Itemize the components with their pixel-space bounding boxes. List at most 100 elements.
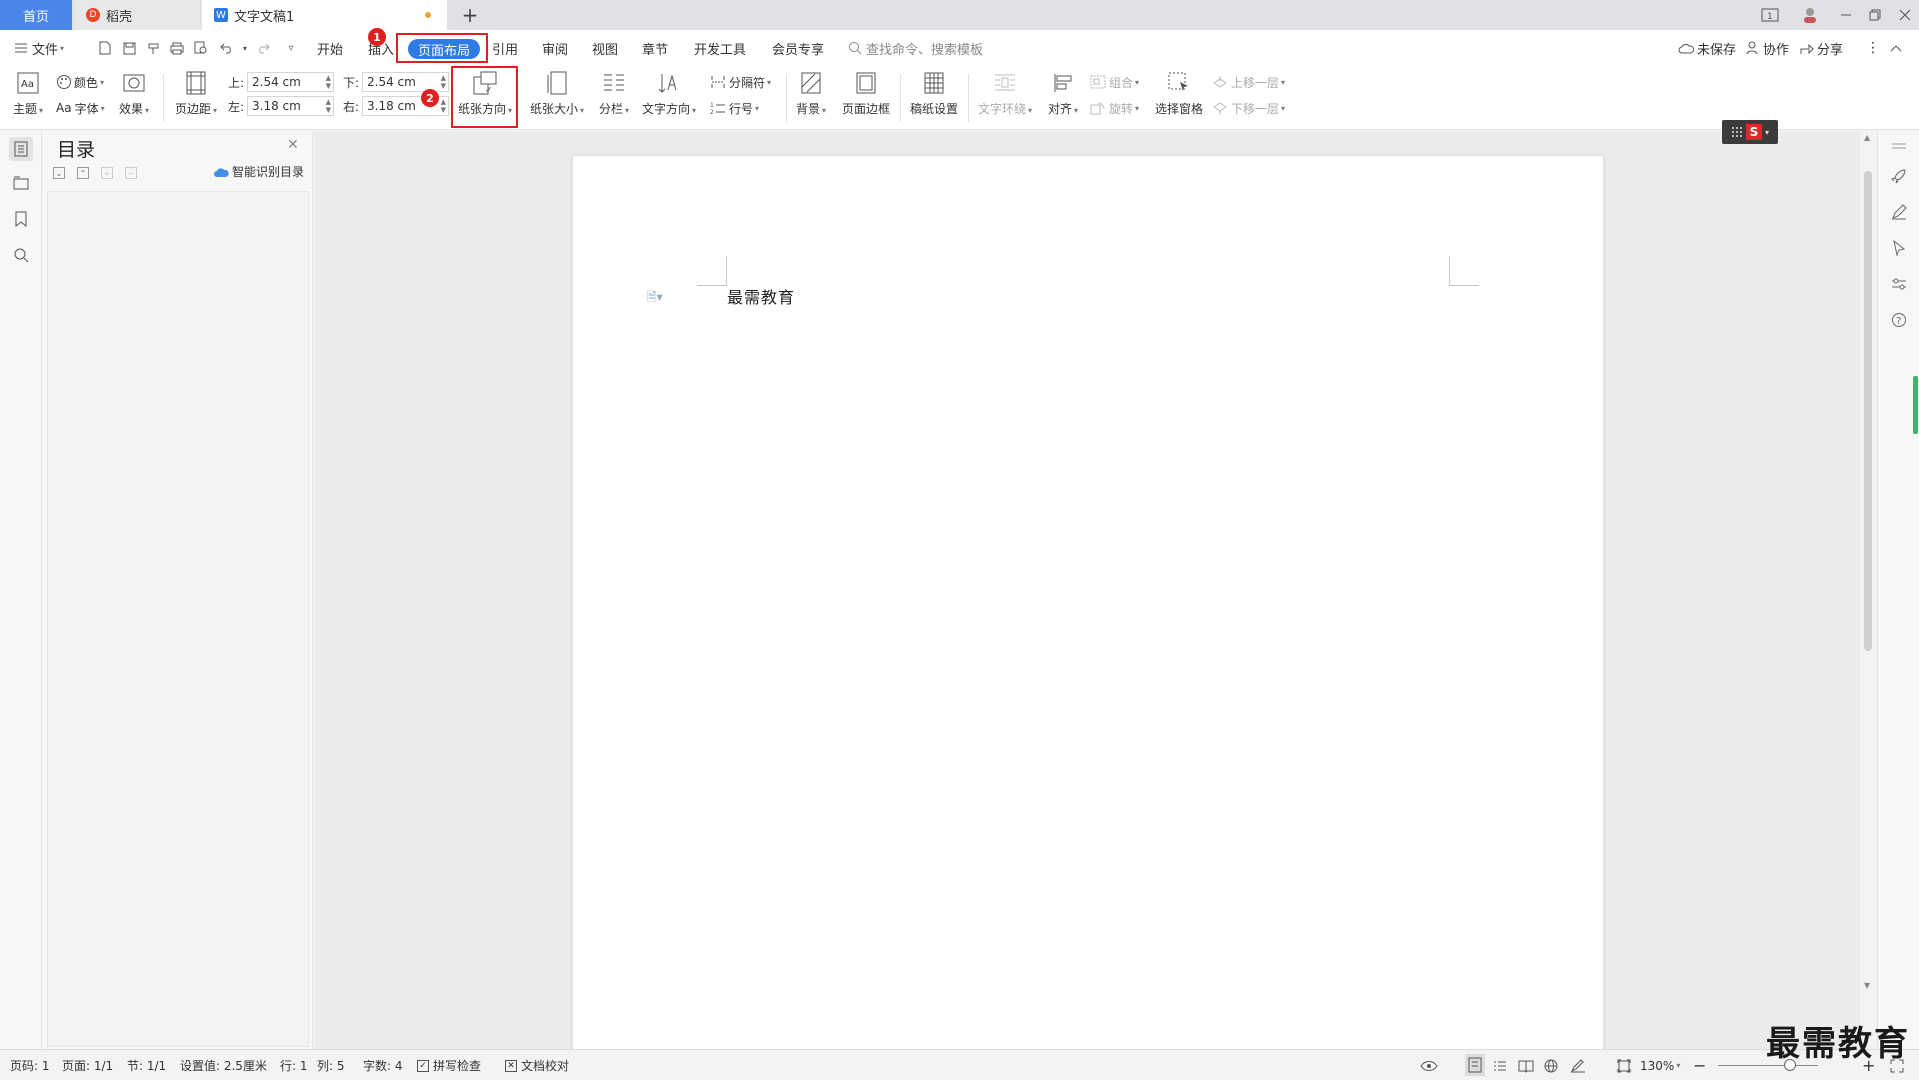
bring-forward-button[interactable]: 上移一层 ▾	[1212, 72, 1285, 92]
unsaved-button[interactable]: 未保存	[1678, 30, 1736, 66]
selection-pane-button[interactable]: 选择窗格	[1152, 70, 1206, 117]
close-icon[interactable]: ✕	[287, 137, 299, 153]
more-icon[interactable]: ⋮	[1866, 30, 1880, 66]
tab-daoke[interactable]: D 稻壳	[74, 0, 200, 30]
group-button[interactable]: 组合 ▾	[1090, 72, 1139, 92]
outline-view-icon[interactable]	[1493, 1050, 1507, 1080]
rocket-icon[interactable]	[1888, 165, 1910, 187]
sogou-ime-toolbar[interactable]: S ▾	[1722, 120, 1778, 144]
spin-icon[interactable]: ▲ ▼	[326, 98, 331, 114]
send-backward-button[interactable]: 下移一层 ▾	[1212, 98, 1285, 118]
restore-icon[interactable]	[1858, 0, 1892, 30]
breaks-button[interactable]: 分隔符 ▾	[710, 72, 771, 92]
fit-page-icon[interactable]	[1617, 1050, 1631, 1080]
chapter-nav-icon[interactable]	[9, 171, 33, 195]
scroll-up-icon[interactable]: ▲	[1864, 133, 1870, 142]
share-button[interactable]: 分享	[1800, 30, 1843, 66]
undo-icon[interactable]	[218, 39, 236, 57]
command-search[interactable]: 查找命令、搜索模板	[848, 30, 983, 66]
toc-remove-icon[interactable]: −	[125, 167, 137, 179]
status-pages[interactable]: 页面: 1/1	[62, 1050, 113, 1080]
print-preview-icon[interactable]	[192, 39, 210, 57]
margin-left-input[interactable]: 3.18 cm ▲ ▼	[247, 96, 334, 116]
pen-icon[interactable]	[1888, 201, 1910, 223]
font-button[interactable]: Aa 字体 ▾	[56, 98, 105, 118]
tab-member[interactable]: 会员专享	[772, 30, 824, 66]
manuscript-settings-button[interactable]: 稿纸设置	[906, 70, 962, 117]
tab-start[interactable]: 开始	[317, 30, 343, 66]
zoom-slider-track[interactable]	[1718, 1065, 1818, 1066]
status-page-number[interactable]: 页码: 1	[10, 1050, 50, 1080]
reading-view-icon[interactable]	[1518, 1050, 1534, 1080]
document-proof-button[interactable]: ✕ 文档校对	[505, 1050, 569, 1080]
background-button[interactable]: 背景 ▾	[792, 70, 830, 117]
effects-button[interactable]: 效果 ▾	[116, 70, 152, 117]
vertical-scrollbar[interactable]: ▲ ▼	[1860, 131, 1876, 1049]
spin-icon[interactable]: ▲ ▼	[441, 98, 446, 114]
eye-protection-icon[interactable]	[1420, 1050, 1438, 1080]
outline-icon[interactable]	[9, 137, 33, 161]
status-section[interactable]: 节: 1/1	[127, 1050, 166, 1080]
toc-collapse-icon[interactable]: ⌃	[77, 167, 89, 179]
margins-button[interactable]: 页边距 ▾	[172, 70, 220, 117]
close-icon[interactable]	[1888, 0, 1919, 30]
save-icon[interactable]	[120, 39, 138, 57]
columns-button[interactable]: 分栏 ▾	[594, 70, 634, 117]
paragraph-handle-icon[interactable]: 🗎▾	[647, 288, 663, 309]
redo-icon[interactable]	[254, 39, 272, 57]
document-page[interactable]: 🗎▾ 最需教育	[573, 156, 1603, 1049]
undo-dropdown-icon[interactable]: ▾	[236, 39, 254, 57]
window-layout-icon[interactable]: 1	[1753, 0, 1787, 30]
spell-check-toggle[interactable]: ✓ 拼写检查	[417, 1050, 481, 1080]
zoom-select[interactable]: 130% ▾	[1640, 1050, 1680, 1080]
spin-icon[interactable]: ▲ ▼	[326, 74, 331, 90]
customize-toolbar-icon[interactable]: ▿	[282, 39, 300, 57]
write-mode-icon[interactable]	[1570, 1050, 1586, 1080]
scrollbar-thumb[interactable]	[1864, 171, 1872, 651]
tab-references[interactable]: 引用	[492, 30, 518, 66]
toc-expand-icon[interactable]: ⌄	[53, 167, 65, 179]
rail-collapse-icon[interactable]	[1888, 135, 1910, 157]
user-avatar[interactable]	[1793, 0, 1827, 30]
margin-bottom-input[interactable]: 2.54 cm ▲ ▼	[362, 72, 449, 92]
tab-home[interactable]: 首页	[0, 0, 72, 30]
print-icon[interactable]	[168, 39, 186, 57]
new-tab-button[interactable]: +	[455, 0, 485, 30]
spin-icon[interactable]: ▲ ▼	[441, 74, 446, 90]
search-icon[interactable]	[9, 243, 33, 267]
bookmark-icon[interactable]	[9, 207, 33, 231]
status-word-count[interactable]: 字数: 4	[363, 1050, 403, 1080]
line-numbers-button[interactable]: 12 行号 ▾	[710, 98, 759, 118]
document-body-text[interactable]: 最需教育	[727, 284, 795, 308]
zoom-out-icon[interactable]: −	[1693, 1050, 1706, 1080]
margin-top-input[interactable]: 2.54 cm ▲ ▼	[247, 72, 334, 92]
collapse-ribbon-icon[interactable]	[1890, 30, 1902, 66]
new-doc-icon[interactable]	[96, 39, 114, 57]
color-button[interactable]: 颜色 ▾	[56, 72, 104, 92]
format-painter-icon[interactable]	[144, 39, 162, 57]
theme-button[interactable]: Aa 主题 ▾	[10, 70, 46, 117]
unsaved-indicator	[425, 12, 431, 18]
scroll-down-icon[interactable]: ▼	[1864, 981, 1870, 990]
text-wrap-button[interactable]: 文字环绕 ▾	[976, 70, 1034, 117]
tab-view[interactable]: 视图	[592, 30, 618, 66]
page-view-icon[interactable]	[1465, 1054, 1485, 1076]
web-view-icon[interactable]	[1544, 1050, 1558, 1080]
collaborate-button[interactable]: 协作	[1746, 30, 1789, 66]
smart-toc-button[interactable]: 智能识别目录	[213, 163, 304, 180]
text-direction-button[interactable]: 文字方向 ▾	[640, 70, 698, 117]
tab-document[interactable]: W 文字文稿1	[202, 0, 447, 30]
settings-sliders-icon[interactable]	[1888, 273, 1910, 295]
rotate-button[interactable]: 旋转 ▾	[1090, 98, 1139, 118]
file-menu[interactable]: 文件 ▾	[14, 30, 64, 66]
tab-review[interactable]: 审阅	[542, 30, 568, 66]
status-setting[interactable]: 设置值: 2.5厘米	[180, 1050, 267, 1080]
toc-add-icon[interactable]: +	[101, 167, 113, 179]
paper-size-button[interactable]: 纸张大小 ▾	[528, 70, 586, 117]
help-icon[interactable]: ?	[1888, 309, 1910, 331]
align-button[interactable]: 对齐 ▾	[1044, 70, 1082, 117]
page-border-button[interactable]: 页面边框	[838, 70, 894, 117]
tab-developer[interactable]: 开发工具	[694, 30, 746, 66]
cursor-icon[interactable]	[1888, 237, 1910, 259]
tab-sections[interactable]: 章节	[642, 30, 668, 66]
